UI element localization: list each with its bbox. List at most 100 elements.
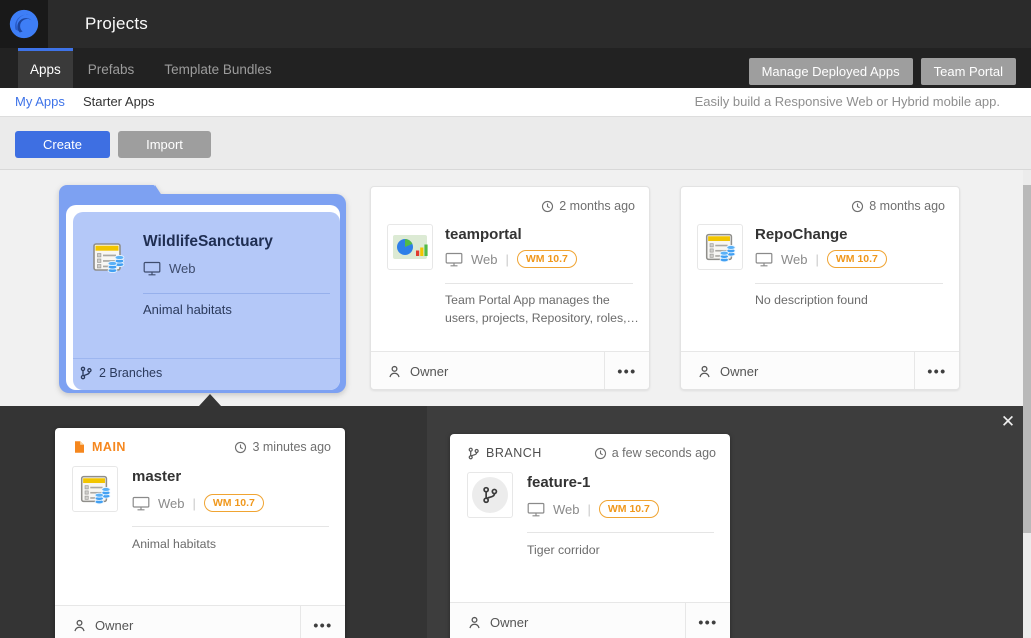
owner-label: Owner [720, 364, 758, 379]
card-footer: Owner ••• [450, 602, 730, 638]
more-options-button[interactable]: ••• [685, 603, 730, 638]
import-button[interactable]: Import [118, 131, 211, 158]
branches-count-label: 2 Branches [99, 366, 162, 380]
project-title: teamportal [445, 226, 522, 243]
divider [445, 283, 633, 284]
clock-icon [541, 200, 554, 213]
meta-separator: | [816, 252, 819, 267]
meta-separator: | [506, 252, 509, 267]
person-icon [72, 618, 87, 633]
manage-deployed-apps-button[interactable]: Manage Deployed Apps [749, 58, 913, 85]
tab-prefabs[interactable]: Prefabs [73, 48, 150, 88]
project-card-wildlifesanctuary[interactable]: WildlifeSanctuary Web Animal habitats 2 … [59, 183, 346, 393]
wavemaker-logo-icon [7, 7, 41, 41]
project-description: Animal habitats [143, 302, 232, 317]
person-icon [467, 615, 482, 630]
app-window-icon [88, 237, 128, 277]
branch-card-master[interactable]: MAIN 3 minutes ago master Web | WM 10.7 … [55, 428, 345, 638]
team-portal-button[interactable]: Team Portal [921, 58, 1016, 85]
action-bar: Create Import [0, 117, 1031, 170]
owner-label: Owner [95, 618, 133, 633]
git-branch-icon [79, 366, 93, 380]
create-button[interactable]: Create [15, 131, 110, 158]
monitor-icon [132, 496, 150, 511]
monitor-icon [527, 502, 545, 517]
panel-pointer-arrow [199, 394, 221, 406]
wavemaker-logo[interactable] [0, 0, 48, 48]
meta-separator: | [588, 502, 591, 517]
clock-icon [234, 441, 247, 454]
monitor-icon [755, 252, 773, 267]
file-icon [72, 440, 86, 454]
app-chart-icon [387, 224, 433, 270]
top-bar: Projects [0, 0, 1031, 48]
version-badge: WM 10.7 [204, 494, 264, 512]
branch-circle-icon [467, 472, 513, 518]
scrollbar-track[interactable] [1023, 170, 1031, 638]
platform-label: Web [169, 261, 196, 276]
monitor-icon [143, 261, 161, 276]
sub-nav: My Apps Starter Apps Easily build a Resp… [0, 88, 1031, 117]
branch-type-label: MAIN [92, 440, 126, 454]
card-footer: Owner ••• [681, 351, 959, 389]
last-modified-label: 3 minutes ago [252, 440, 331, 454]
branch-description: Animal habitats [132, 535, 334, 553]
platform-label: Web [781, 252, 808, 267]
divider [132, 526, 329, 527]
project-card-teamportal[interactable]: 2 months ago teamportal Web | WM 10.7 Te… [370, 186, 650, 390]
card-footer: Owner ••• [55, 605, 345, 638]
more-options-button[interactable]: ••• [914, 352, 959, 389]
divider [755, 283, 943, 284]
branch-card-feature-1[interactable]: BRANCH a few seconds ago feature-1 Web |… [450, 434, 730, 638]
version-badge: WM 10.7 [599, 500, 659, 518]
owner-label: Owner [490, 615, 528, 630]
project-description: Team Portal App manages the users, proje… [445, 291, 647, 328]
page-title: Projects [85, 0, 148, 48]
more-options-icon: ••• [927, 363, 946, 379]
tab-bar: Apps Prefabs Template Bundles Manage Dep… [0, 48, 1031, 88]
project-title: RepoChange [755, 226, 848, 243]
tab-apps[interactable]: Apps [18, 48, 73, 88]
person-icon [697, 364, 712, 379]
last-modified-label: 8 months ago [869, 199, 945, 213]
more-options-icon: ••• [698, 614, 717, 630]
platform-label: Web [553, 502, 580, 517]
project-description: No description found [755, 291, 957, 309]
platform-label: Web [158, 496, 185, 511]
scrollbar-thumb[interactable] [1023, 185, 1031, 533]
folder-front-panel: WildlifeSanctuary Web Animal habitats 2 … [73, 212, 340, 390]
subnav-my-apps[interactable]: My Apps [15, 88, 65, 116]
app-window-icon [72, 466, 118, 512]
platform-label: Web [471, 252, 498, 267]
branch-name: master [132, 468, 181, 485]
more-options-icon: ••• [313, 617, 332, 633]
clock-icon [851, 200, 864, 213]
divider [73, 358, 340, 359]
tab-template-bundles[interactable]: Template Bundles [149, 48, 286, 88]
more-options-button[interactable]: ••• [300, 606, 345, 638]
version-badge: WM 10.7 [517, 250, 577, 268]
subnav-starter-apps[interactable]: Starter Apps [83, 88, 155, 116]
branch-type-label: BRANCH [486, 446, 542, 460]
app-window-icon [697, 224, 743, 270]
owner-label: Owner [410, 364, 448, 379]
git-branch-icon [467, 447, 480, 460]
clock-icon [594, 447, 607, 460]
last-modified-label: a few seconds ago [612, 446, 716, 460]
branch-description: Tiger corridor [527, 541, 729, 559]
project-card-repochange[interactable]: 8 months ago RepoChange Web | WM 10.7 No… [680, 186, 960, 390]
more-options-icon: ••• [617, 363, 636, 379]
branch-name: feature-1 [527, 474, 590, 491]
card-footer: Owner ••• [371, 351, 649, 389]
divider [143, 293, 330, 294]
last-modified-label: 2 months ago [559, 199, 635, 213]
project-title: WildlifeSanctuary [143, 233, 273, 251]
person-icon [387, 364, 402, 379]
version-badge: WM 10.7 [827, 250, 887, 268]
monitor-icon [445, 252, 463, 267]
branches-toggle[interactable]: 2 Branches [79, 366, 162, 380]
divider [527, 532, 714, 533]
more-options-button[interactable]: ••• [604, 352, 649, 389]
close-panel-button[interactable]: ✕ [997, 411, 1019, 433]
meta-separator: | [193, 496, 196, 511]
